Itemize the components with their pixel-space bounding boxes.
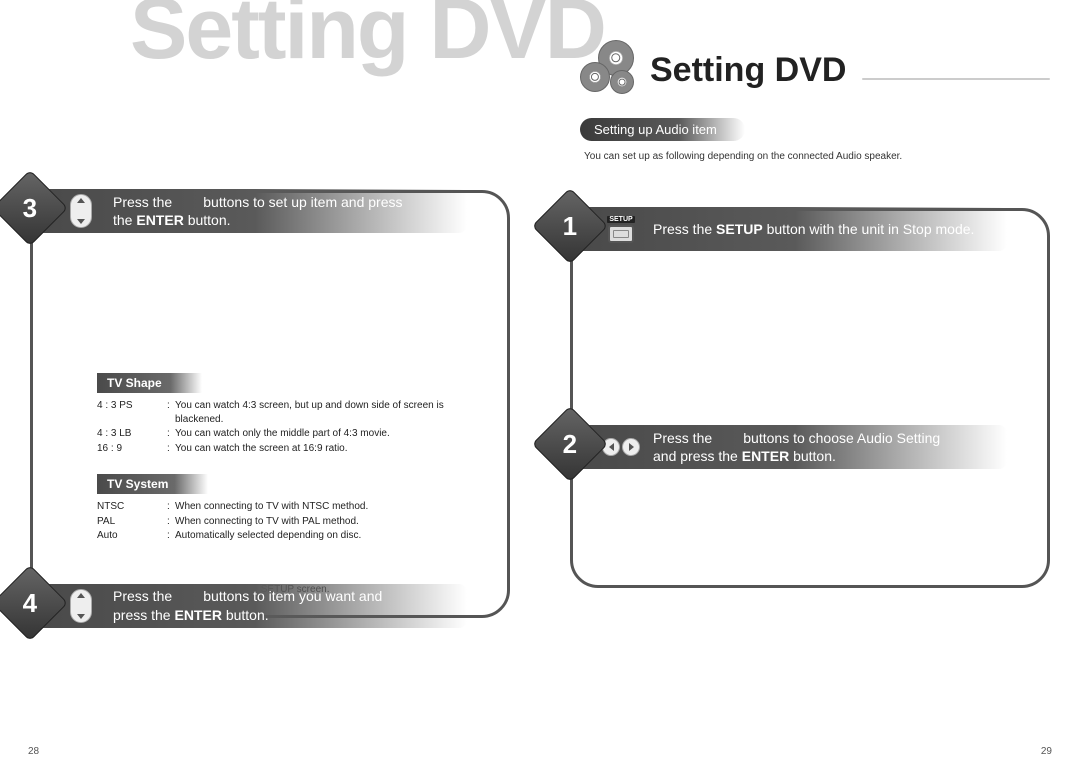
- section-pill: Setting up Audio item: [580, 118, 745, 141]
- updown-icon: [61, 193, 101, 229]
- step-2-text-a: Press the: [653, 430, 712, 446]
- table-row: 4 : 3 PS:You can watch 4:3 screen, but u…: [97, 399, 477, 426]
- step-2-text-b: buttons to choose Audio Setting: [743, 430, 940, 446]
- step-2-bar: Press the buttons to choose Audio Settin…: [583, 425, 1007, 469]
- step-3-text-b: buttons to set up item and press: [203, 194, 402, 210]
- step-4-text-c: press the: [113, 607, 174, 623]
- step-4-text-b: buttons to item you want and: [203, 588, 382, 604]
- tv-system-table: NTSC:When connecting to TV with NTSC met…: [97, 500, 477, 543]
- page-title: Setting DVD: [650, 51, 846, 90]
- header-rule: [862, 78, 1050, 80]
- step-2-number-diamond: 2: [532, 406, 608, 482]
- table-row: 16 : 9:You can watch the screen at 16:9 …: [97, 442, 477, 456]
- right-content-panel: Press the SETUP button with the unit in …: [570, 208, 1050, 588]
- setup-button-icon: SETUP: [601, 211, 641, 247]
- step-4-bold: ENTER: [174, 607, 221, 623]
- step-1-text-b: button with the unit in Stop mode.: [763, 221, 975, 237]
- section-caption: You can set up as following depending on…: [584, 151, 1050, 162]
- step-3-text-a: Press the: [113, 194, 172, 210]
- step-4-text-a: Press the: [113, 588, 172, 604]
- step-4-text-d: button.: [222, 607, 269, 623]
- tv-system-heading: TV System: [97, 474, 208, 494]
- leftright-icon: [601, 429, 641, 465]
- step-2-text-d: button.: [789, 448, 836, 464]
- step-4-bar: Press the buttons to item you want and p…: [43, 584, 467, 628]
- step-2-text-c: and press the: [653, 448, 742, 464]
- discs-icon: [580, 40, 640, 100]
- updown-icon: [61, 588, 101, 624]
- left-content-panel: Press the buttons to set up item and pre…: [30, 190, 510, 618]
- table-row: PAL:When connecting to TV with PAL metho…: [97, 515, 477, 529]
- step-1-number-diamond: 1: [532, 188, 608, 264]
- step-4-number-diamond: 4: [0, 564, 68, 640]
- page-number-left: 28: [28, 746, 39, 757]
- page-number-right: 29: [1041, 746, 1052, 757]
- step-1-bold: SETUP: [716, 221, 763, 237]
- tv-shape-heading: TV Shape: [97, 373, 202, 393]
- table-row: Auto:Automatically selected depending on…: [97, 529, 477, 543]
- page-left: Press the buttons to set up item and pre…: [0, 0, 540, 765]
- page-header: Setting DVD: [580, 40, 1050, 100]
- step-3-text-c: the: [113, 212, 136, 228]
- step-2-bold: ENTER: [742, 448, 789, 464]
- step-3-bold: ENTER: [136, 212, 183, 228]
- page-right: Setting DVD Setting up Audio item You ca…: [540, 0, 1080, 765]
- step-1-bar: Press the SETUP button with the unit in …: [583, 207, 1007, 251]
- step-3-text-d: button.: [184, 212, 231, 228]
- tv-shape-table: 4 : 3 PS:You can watch 4:3 screen, but u…: [97, 399, 477, 455]
- table-row: 4 : 3 LB:You can watch only the middle p…: [97, 427, 477, 441]
- step-3-bar: Press the buttons to set up item and pre…: [43, 189, 467, 233]
- step-1-text-a: Press the: [653, 221, 716, 237]
- table-row: NTSC:When connecting to TV with NTSC met…: [97, 500, 477, 514]
